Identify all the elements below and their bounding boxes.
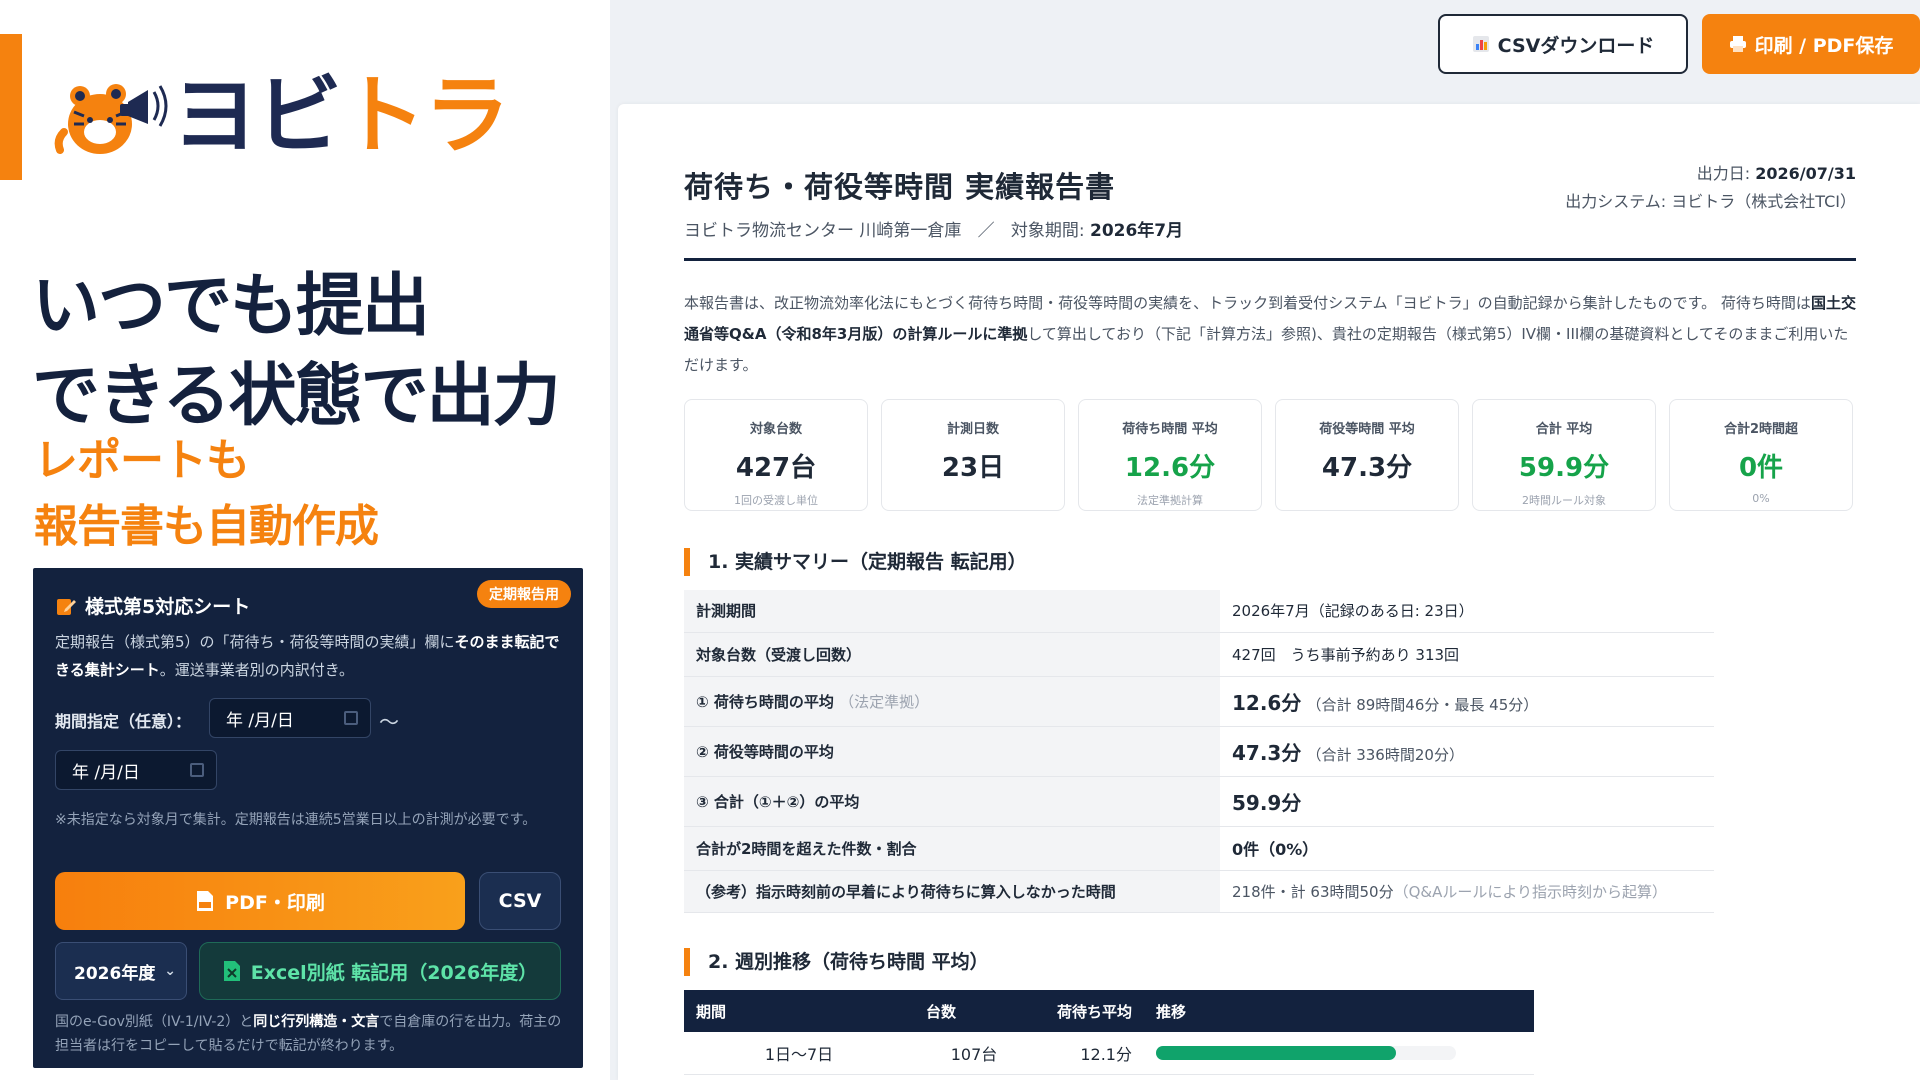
csv-button[interactable]: CSV <box>479 872 561 930</box>
excel-file-icon <box>223 961 240 981</box>
kpi-card-handling-avg: 荷役等時間 平均 47.3分 <box>1275 399 1459 511</box>
weekly-table-header: 期間 台数 荷待ち平均 推移 <box>684 990 1534 1032</box>
hero-subheadline: レポートも 報告書も自動作成 <box>34 428 379 560</box>
brand-logo-text: ヨビトラ <box>172 66 510 166</box>
card-title-text: 様式第5対応シート <box>85 596 251 618</box>
table-row: ② 荷役等時間の平均 47.3分 （合計 336時間20分） <box>684 726 1714 777</box>
title-divider <box>684 258 1856 261</box>
csv-download-button[interactable]: CSVダウンロード <box>1438 14 1688 74</box>
edit-document-icon <box>57 598 76 615</box>
report-meta: 出力日: 2026/07/31 出力システム: ヨビトラ（株式会社TCI） <box>1565 160 1856 216</box>
kpi-card-over-2h: 合計2時間超 0件 0% <box>1669 399 1853 511</box>
output-system: 出力システム: ヨビトラ（株式会社TCI） <box>1565 192 1856 211</box>
report-subtitle: ヨビトラ物流センター 川崎第一倉庫 ／ 対象期間: 2026年7月 <box>684 221 1184 241</box>
output-date: 2026/07/31 <box>1755 164 1856 183</box>
pdf-print-button[interactable]: PDF・印刷 <box>55 872 465 930</box>
tiger-mascot-icon <box>54 84 168 154</box>
kpi-card-vehicles: 対象台数 427台 1回の受渡し単位 <box>684 399 868 511</box>
print-pdf-button[interactable]: 印刷 / PDF保存 <box>1702 14 1920 74</box>
table-row: 対象台数（受渡し回数） 427回 うち事前予約あり 313回 <box>684 632 1714 677</box>
card-description: 定期報告（様式第5）の「荷待ち・荷役等時間の実績」欄にそのまま転記できる集計シー… <box>55 633 560 679</box>
weekly-table: 期間 台数 荷待ち平均 推移 1日〜7日 107台 12.1分 <box>684 990 1534 1075</box>
trend-bar-fill <box>1156 1045 1396 1060</box>
egov-note: 国のe-Gov別紙（IV-1/IV-2）と同じ行列構造・文言で自倉庫の行を出力。… <box>55 1014 562 1054</box>
pdf-file-icon <box>197 891 214 911</box>
form5-sheet-card: 様式第5対応シート 定期報告用 定期報告（様式第5）の「荷待ち・荷役等時間の実績… <box>33 568 583 1068</box>
period-label: 期間指定（任意）： <box>55 712 192 731</box>
period-note: ※未指定なら対象月で集計。定期報告は連続5営業日以上の計測が必要です。 <box>55 812 537 828</box>
brand-accent-bar <box>0 34 22 180</box>
promo-panel: ヨビトラ いつでも提出 できる状態で出力 レポートも 報告書も自動作成 様式第5… <box>0 0 610 1080</box>
report-intro: 本報告書は、改正物流効率化法にもとづく荷待ち時間・荷役等時間の実績を、トラック到… <box>684 294 1856 374</box>
card-badge: 定期報告用 <box>477 580 571 608</box>
card-title: 様式第5対応シート <box>55 592 250 619</box>
summary-table: 計測期間 2026年7月（記録のある日: 23日） 対象台数（受渡し回数） 42… <box>684 590 1714 913</box>
calendar-icon[interactable] <box>190 763 204 777</box>
section-1-heading: 1. 実績サマリー（定期報告 転記用） <box>684 548 1027 576</box>
date-from-input[interactable]: 年 /月/日 <box>209 698 371 738</box>
facility-name: ヨビトラ物流センター 川崎第一倉庫 <box>684 221 962 241</box>
range-tilde: 〜 <box>379 710 399 734</box>
report-title: 荷待ち・荷役等時間 実績報告書 <box>684 170 1116 204</box>
hero-headline: いつでも提出 できる状態で出力 <box>32 262 561 442</box>
kpi-card-days: 計測日数 23日 <box>881 399 1065 511</box>
calendar-icon[interactable] <box>344 711 358 725</box>
table-row: ③ 合計（①＋②）の平均 59.9分 <box>684 776 1714 827</box>
date-to-input[interactable]: 年 /月/日 <box>55 750 217 790</box>
hero-line-1: いつでも提出 <box>32 267 430 346</box>
table-row: 計測期間 2026年7月（記録のある日: 23日） <box>684 590 1714 633</box>
trend-bar-track <box>1156 1045 1456 1060</box>
table-row: ① 荷待ち時間の平均 （法定準拠） 12.6分 （合計 89時間46分・最長 4… <box>684 676 1714 727</box>
kpi-card-total-avg: 合計 平均 59.9分 2時間ルール対象 <box>1472 399 1656 511</box>
report-period: 2026年7月 <box>1089 221 1184 241</box>
table-row: 合計が2時間を超えた件数・割合 0件（0%） <box>684 826 1714 871</box>
hero-sub-line-1: レポートも <box>34 435 250 486</box>
kpi-card-waiting-avg: 荷待ち時間 平均 12.6分 法定準拠計算 <box>1078 399 1262 511</box>
table-row: 1日〜7日 107台 12.1分 <box>684 1032 1534 1075</box>
printer-icon <box>1729 36 1746 52</box>
chevron-down-icon: ⌄ <box>164 963 176 979</box>
excel-export-button[interactable]: Excel別紙 転記用（2026年度） <box>199 942 561 1000</box>
hero-sub-line-2: 報告書も自動作成 <box>34 501 379 552</box>
fiscal-year-select[interactable]: 2026年度 ⌄ <box>55 942 187 1000</box>
section-2-heading: 2. 週別推移（荷待ち時間 平均） <box>684 948 989 976</box>
bar-chart-icon <box>1472 36 1489 52</box>
table-row: （参考）指示時刻前の早着により荷待ちに算入しなかった時間 218件・計 63時間… <box>684 870 1714 913</box>
